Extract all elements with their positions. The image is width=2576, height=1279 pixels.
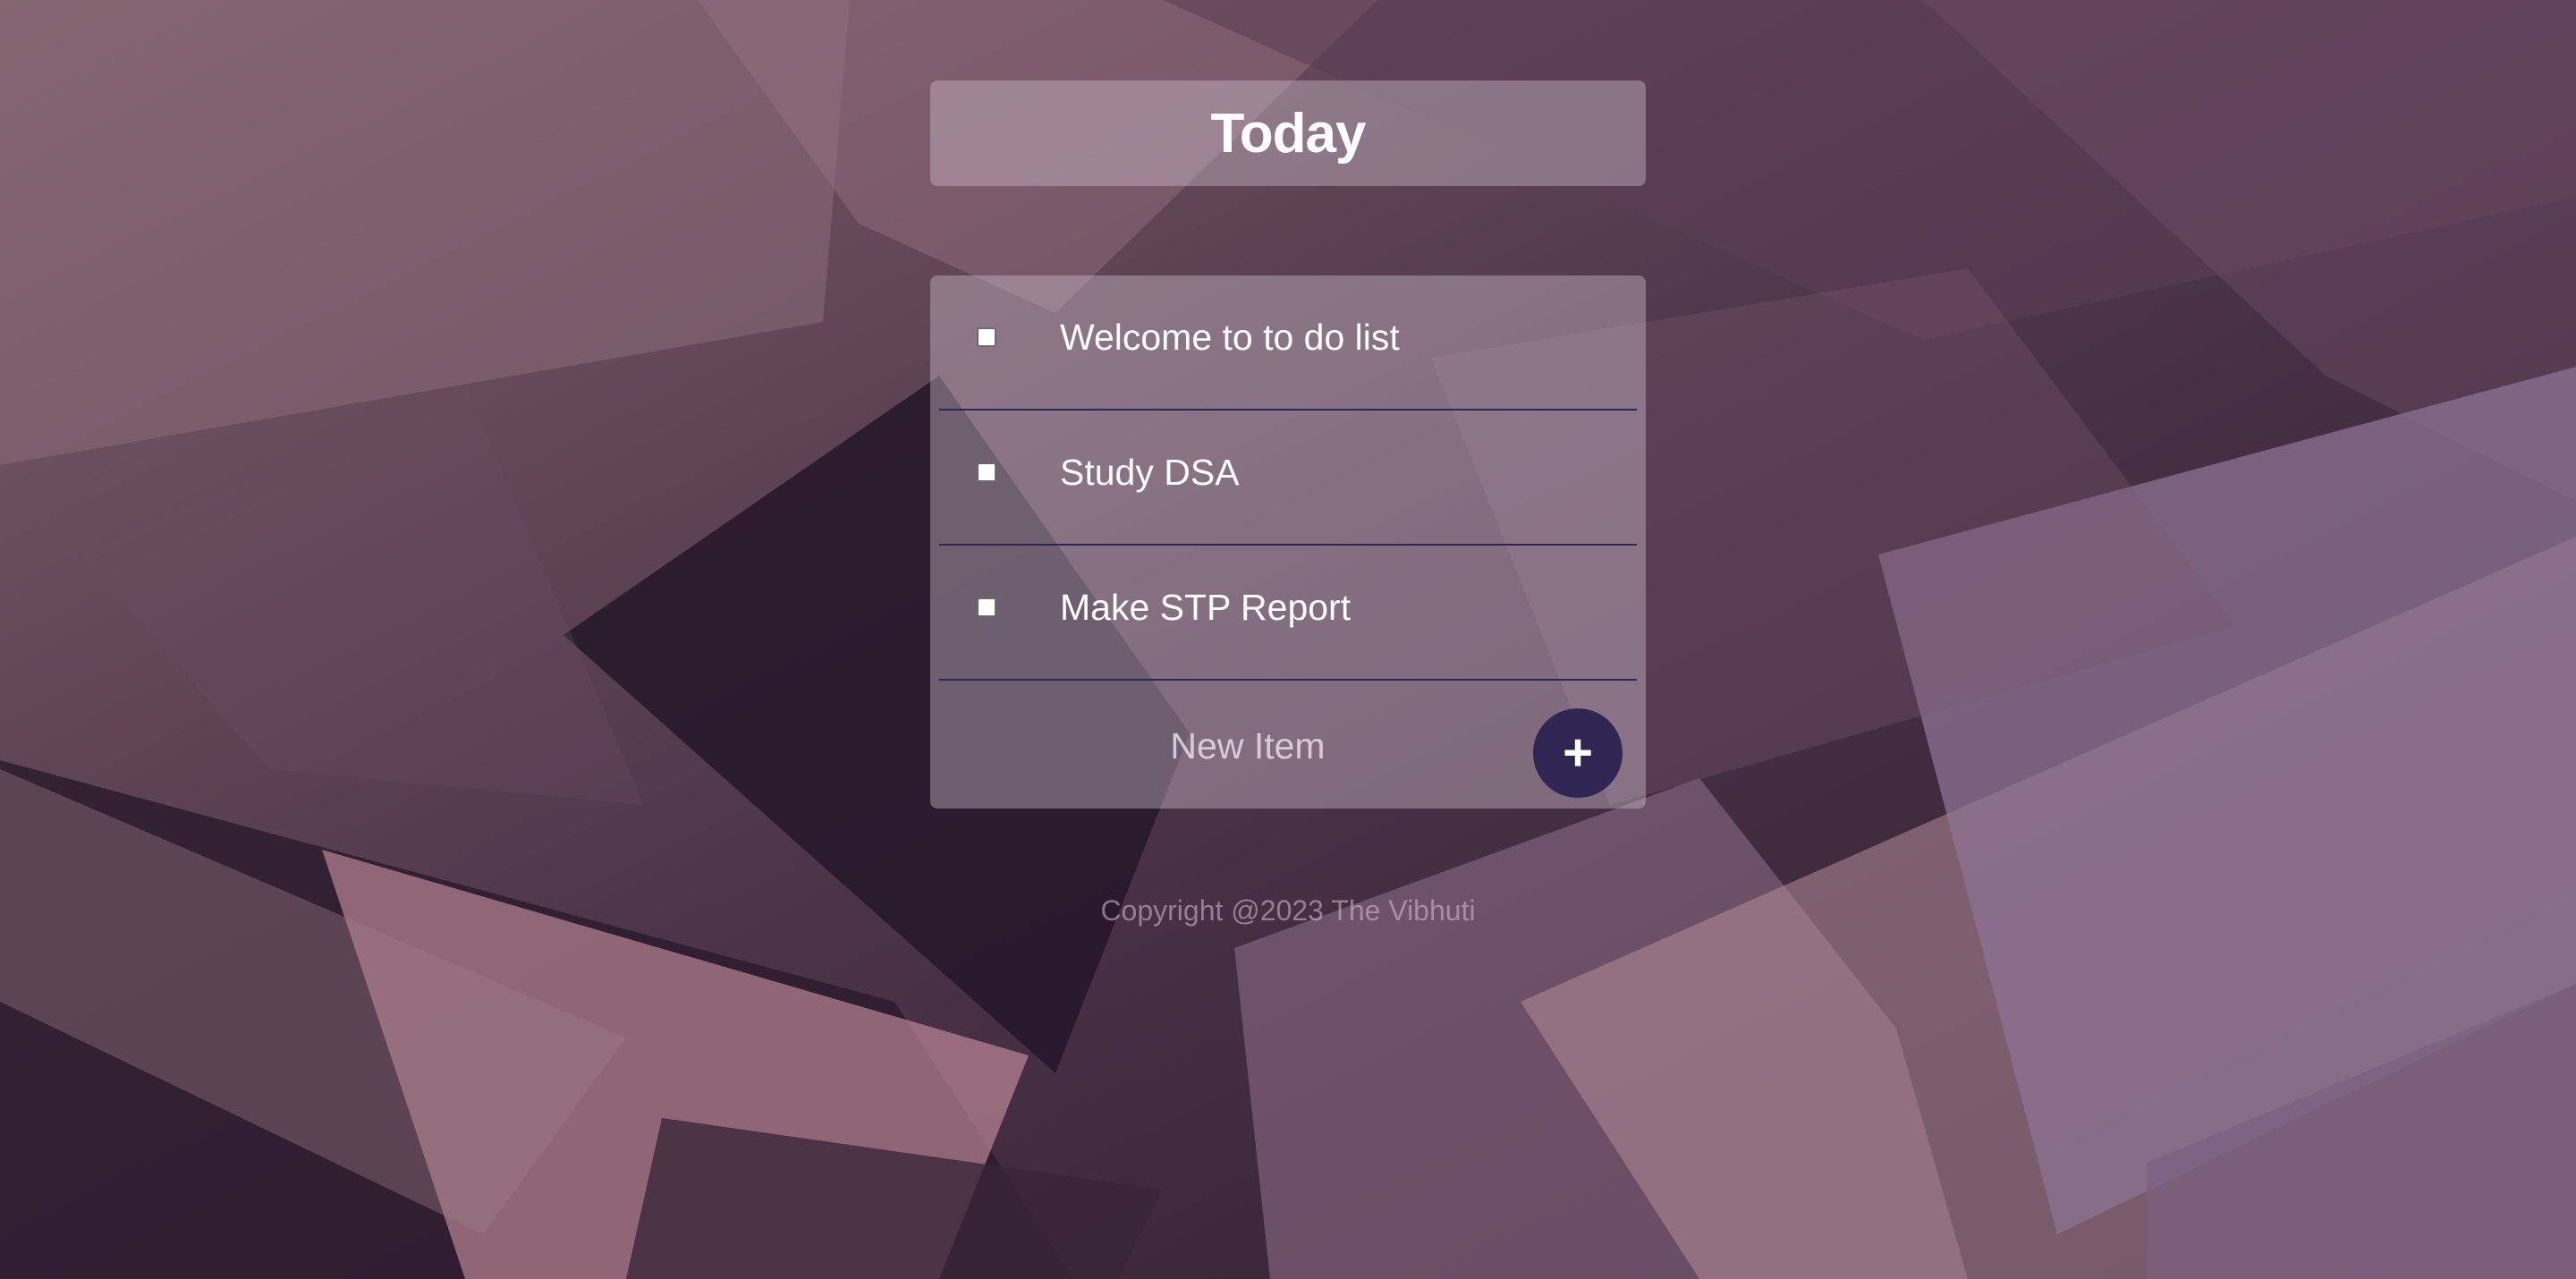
title-card: Today xyxy=(930,80,1646,186)
todo-item: Make STP Report xyxy=(939,546,1637,681)
todo-item-label: Welcome to to do list xyxy=(1060,317,1400,358)
todo-item: Study DSA xyxy=(939,411,1637,546)
plus-icon: + xyxy=(1563,724,1593,782)
todo-list: Welcome to to do list Study DSA Make STP… xyxy=(930,275,1646,809)
todo-item: Welcome to to do list xyxy=(939,275,1637,411)
todo-item-label: Study DSA xyxy=(1060,452,1240,493)
add-item-button[interactable]: + xyxy=(1533,708,1623,798)
new-item-form: New Item + xyxy=(939,681,1637,809)
todo-checkbox[interactable] xyxy=(977,327,996,347)
new-item-input[interactable]: New Item xyxy=(939,724,1556,768)
page-title: Today xyxy=(1210,102,1367,165)
todo-checkbox[interactable] xyxy=(977,597,996,617)
todo-checkbox[interactable] xyxy=(977,462,996,482)
copyright-text: Copyright @2023 The Vibhuti xyxy=(1100,894,1476,927)
todo-item-label: Make STP Report xyxy=(1060,587,1352,628)
